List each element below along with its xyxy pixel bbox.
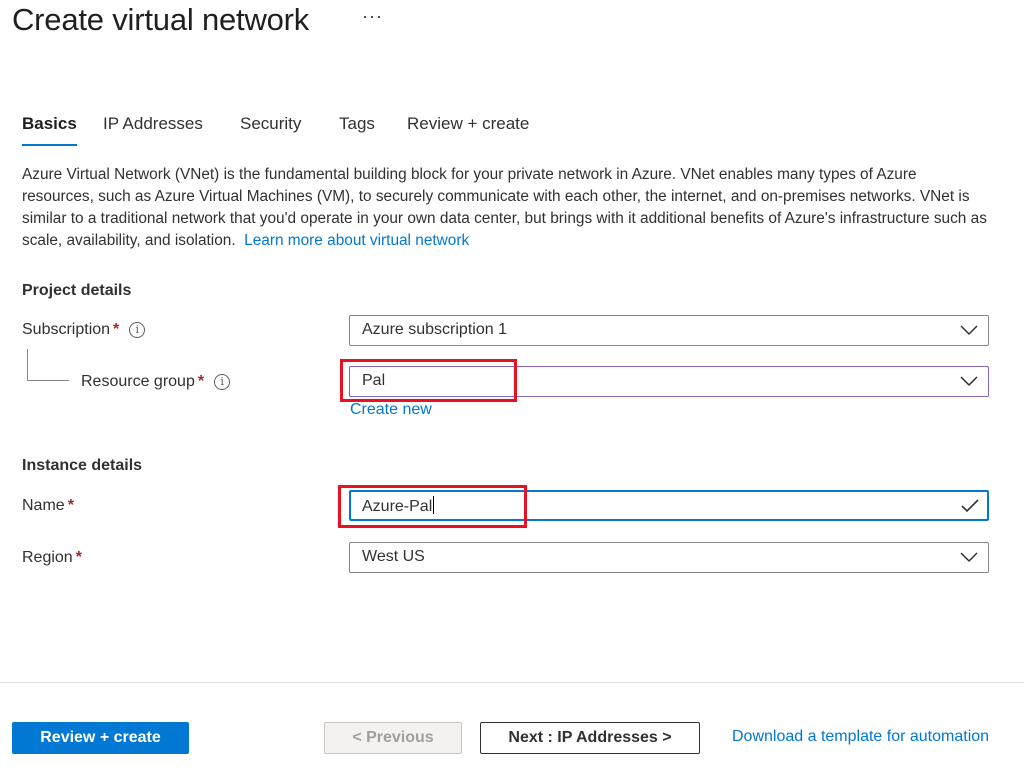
chevron-down-icon — [960, 552, 978, 563]
name-label: Name * — [22, 497, 74, 514]
info-icon[interactable]: i — [214, 374, 231, 390]
resource-group-label: Resource group * i — [81, 373, 231, 391]
description: Azure Virtual Network (VNet) is the fund… — [22, 164, 992, 252]
footer-divider — [0, 682, 1024, 683]
project-details-heading: Project details — [22, 282, 132, 299]
tab-ip-addresses[interactable]: IP Addresses — [103, 114, 203, 134]
tab-tags[interactable]: Tags — [339, 114, 375, 134]
tab-basics[interactable]: Basics — [22, 114, 77, 146]
description-text: Azure Virtual Network (VNet) is the fund… — [22, 166, 987, 249]
tree-connector-branch — [27, 380, 69, 381]
region-label: Region * — [22, 549, 82, 566]
create-new-link[interactable]: Create new — [350, 401, 432, 419]
required-asterisk: * — [113, 321, 120, 338]
chevron-down-icon — [960, 325, 978, 336]
required-asterisk: * — [197, 373, 205, 390]
more-options-icon[interactable]: ··· — [362, 6, 383, 27]
required-asterisk: * — [75, 549, 82, 566]
chevron-down-icon — [960, 376, 978, 387]
instance-details-heading: Instance details — [22, 457, 143, 474]
required-asterisk: * — [67, 497, 74, 514]
checkmark-icon — [961, 499, 979, 513]
page-title: Create virtual network — [12, 2, 310, 37]
tree-connector — [27, 349, 28, 380]
info-icon[interactable]: i — [129, 322, 146, 338]
learn-more-link[interactable]: Learn more about virtual network — [244, 232, 469, 249]
download-template-link[interactable]: Download a template for automation — [732, 728, 989, 746]
highlight-box — [340, 359, 517, 402]
next-ip-addresses-button[interactable]: Next : IP Addresses > — [480, 722, 700, 754]
region-value: West US — [362, 548, 425, 565]
subscription-value: Azure subscription 1 — [362, 321, 507, 338]
review-create-button[interactable]: Review + create — [12, 722, 189, 754]
tab-security[interactable]: Security — [240, 114, 301, 134]
tab-review-create[interactable]: Review + create — [407, 114, 529, 134]
subscription-dropdown[interactable]: Azure subscription 1 — [349, 315, 989, 346]
subscription-label: Subscription * i — [22, 321, 146, 339]
highlight-box — [338, 485, 527, 528]
previous-button[interactable]: < Previous — [324, 722, 462, 754]
region-dropdown[interactable]: West US — [349, 542, 989, 573]
